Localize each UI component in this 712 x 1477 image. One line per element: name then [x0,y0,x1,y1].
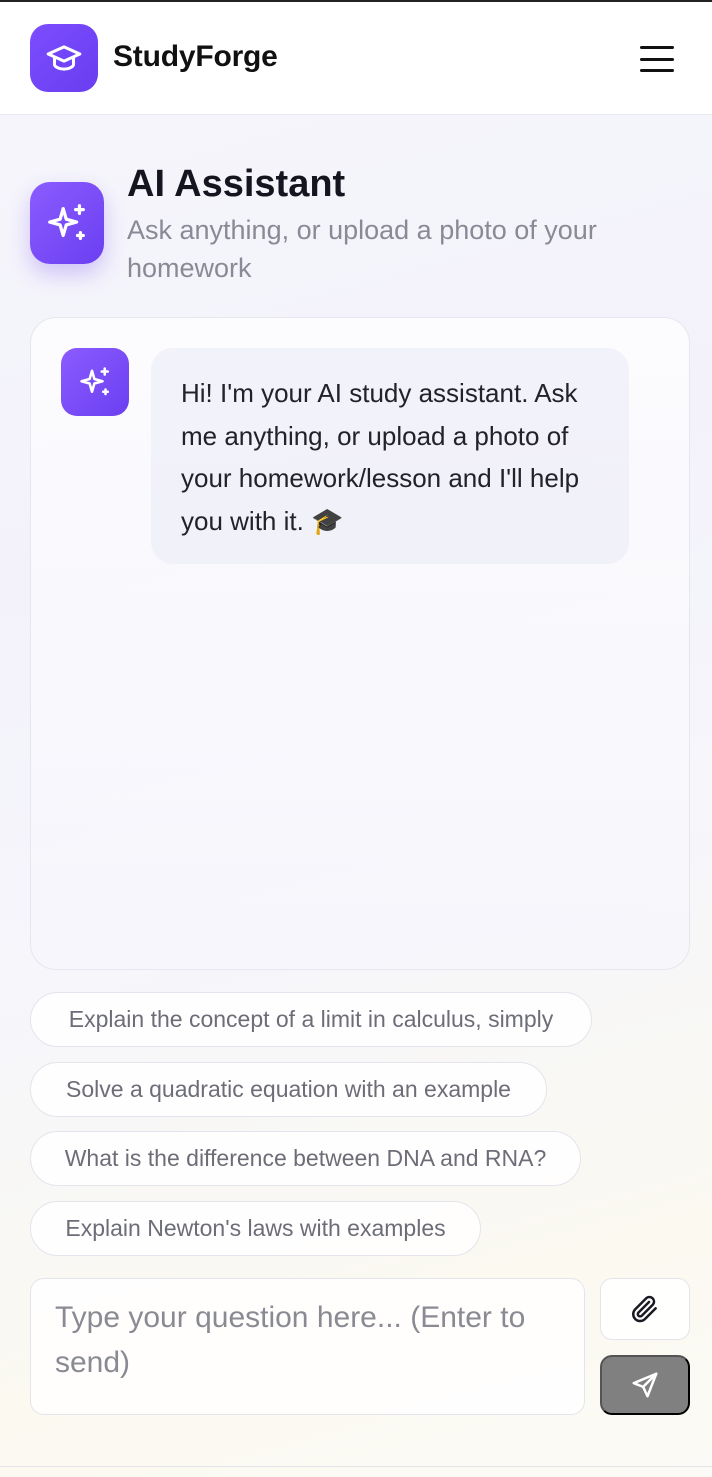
sparkles-icon [48,204,85,240]
suggestion-chip[interactable]: Explain the concept of a limit in calcul… [30,992,592,1047]
page-subtitle: Ask anything, or upload a photo of your … [127,215,597,283]
graduation-cap-icon [46,45,82,71]
menu-button[interactable] [638,42,676,76]
assistant-message-bubble: Hi! I'm your AI study assistant. Ask me … [151,348,629,564]
app-header: StudyForge [0,2,712,115]
hamburger-menu-icon-bar [640,57,674,61]
paperclip-icon [632,1295,657,1323]
hamburger-menu-icon-bar [640,69,674,72]
suggestion-chip[interactable]: What is the difference between DNA and R… [30,1131,581,1186]
attach-button[interactable] [600,1278,690,1340]
footer-divider [0,1466,712,1467]
suggestion-chip[interactable]: Solve a quadratic equation with an examp… [30,1062,547,1117]
sparkles-icon [80,367,110,396]
chat-panel[interactable]: Hi! I'm your AI study assistant. Ask me … [30,317,690,970]
question-input[interactable]: Type your question here... (Enter to sen… [30,1278,585,1415]
send-button[interactable] [600,1355,690,1415]
assistant-hero-icon [30,182,104,264]
brand-name[interactable]: StudyForge [113,40,278,74]
send-icon [632,1372,658,1398]
suggestion-chip[interactable]: Explain Newton's laws with examples [30,1201,481,1256]
assistant-avatar [61,348,129,416]
hamburger-menu-icon-bar [640,46,674,49]
app-logo[interactable] [30,24,98,92]
page-title: AI Assistant [127,163,346,205]
